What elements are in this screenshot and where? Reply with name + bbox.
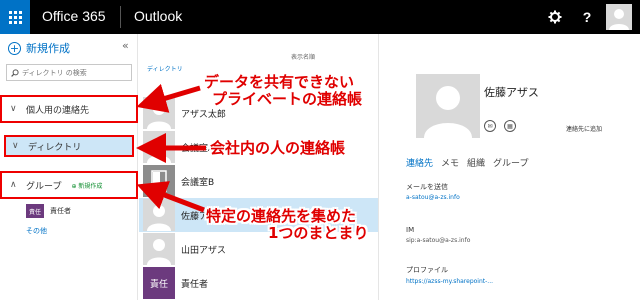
sort-label[interactable]: 表示名順 xyxy=(291,52,315,61)
group-item-manager[interactable]: 責任 責任者 xyxy=(26,204,71,218)
tab-organization[interactable]: 組織 xyxy=(467,156,485,169)
contact-row[interactable]: 責任 責任者 xyxy=(139,266,378,300)
search-input[interactable] xyxy=(22,68,122,77)
person-silhouette-icon xyxy=(424,86,472,138)
more-groups-link[interactable]: その他 xyxy=(26,226,47,236)
profile-value[interactable]: https://azss-my.sharepoint-... xyxy=(406,278,493,285)
person-silhouette-icon xyxy=(609,9,629,30)
detail-tabs: 連絡先 メモ 組織 グループ xyxy=(406,156,537,169)
annotation-personal-line1: データを共有できない xyxy=(204,73,355,91)
suite-title[interactable]: Office 365 xyxy=(42,8,106,24)
annotation-directory: 会社内の人の連絡帳 xyxy=(210,139,346,157)
user-avatar[interactable] xyxy=(606,4,632,30)
mail-icon: ✉ xyxy=(487,122,493,130)
tab-notes[interactable]: メモ xyxy=(441,156,459,169)
plus-icon: + xyxy=(8,41,21,55)
annotation-groups: 特定の連絡先を集めた 1つのまとまり xyxy=(206,208,368,242)
im-value: sip:a-satou@a-zs.info xyxy=(406,237,471,244)
annotation-personal-line2: プライベートの連絡帳 xyxy=(212,90,363,108)
search-icon xyxy=(11,68,19,77)
new-button-label: 新規作成 xyxy=(26,42,70,55)
annotation-personal: データを共有できない プライベートの連絡帳 xyxy=(204,74,362,108)
settings-button[interactable] xyxy=(540,0,570,34)
contact-detail-pane: 佐藤アザス ✉ ▦ 連絡先に追加 連絡先 メモ 組織 グループ メールを送信 a… xyxy=(380,34,640,300)
new-contact-button[interactable]: + 新規作成 xyxy=(8,40,70,56)
contact-initials: 責任 xyxy=(143,267,175,299)
left-navigation-pane: + 新規作成 « ∨ 個人用の連絡先 ∨ ディレクトリ ∧ グループ ⊕ 新規作… xyxy=(0,34,138,300)
app-launcher-button[interactable] xyxy=(0,0,30,34)
calendar-icon: ▦ xyxy=(507,122,513,130)
contact-name: 山田アザス xyxy=(181,245,226,256)
chevron-down-icon: ∨ xyxy=(12,141,19,151)
group-badge: 責任 xyxy=(26,204,44,218)
person-silhouette-icon xyxy=(147,239,171,265)
im-label: IM xyxy=(406,226,415,234)
annotation-groups-line1: 特定の連絡先を集めた xyxy=(206,207,357,225)
person-silhouette-icon xyxy=(147,205,171,231)
app-name: Outlook xyxy=(134,8,183,24)
person-silhouette-icon xyxy=(147,137,171,163)
tab-contact[interactable]: 連絡先 xyxy=(406,156,433,169)
detail-name: 佐藤アザス xyxy=(484,86,539,99)
contact-row[interactable]: 会議室B xyxy=(139,164,378,198)
contact-name: アザス太郎 xyxy=(181,109,226,120)
email-value[interactable]: a-satou@a-zs.info xyxy=(406,194,460,201)
person-silhouette-icon xyxy=(147,103,171,129)
top-bar: Office 365 Outlook ? xyxy=(0,0,640,34)
app-launcher-icon xyxy=(8,10,22,24)
send-mail-button[interactable]: ✉ xyxy=(484,120,496,132)
contact-name: 責任者 xyxy=(181,279,209,290)
highlight-frame-personal xyxy=(0,95,138,123)
contact-photo xyxy=(143,131,175,163)
help-button[interactable]: ? xyxy=(572,0,602,34)
annotation-groups-line2: 1つのまとまり xyxy=(268,224,369,242)
profile-label: プロファイル xyxy=(406,266,448,274)
door-icon xyxy=(151,170,167,192)
detail-photo xyxy=(416,74,480,138)
tab-groups[interactable]: グループ xyxy=(493,156,528,169)
list-header: ディレクトリ xyxy=(147,66,183,73)
highlight-frame-groups xyxy=(0,171,138,199)
contact-photo xyxy=(143,97,175,129)
nav-directory-label: ディレクトリ xyxy=(28,142,82,153)
add-to-contacts-link[interactable]: 連絡先に追加 xyxy=(566,124,602,133)
gear-icon xyxy=(548,10,562,24)
collapse-pane-button[interactable]: « xyxy=(122,39,129,52)
directory-search-box[interactable] xyxy=(6,64,132,81)
email-label: メールを送信 xyxy=(406,183,448,191)
contact-photo xyxy=(143,165,175,197)
contact-photo xyxy=(143,233,175,265)
nav-directory[interactable]: ∨ ディレクトリ xyxy=(4,135,134,157)
group-item-label: 責任者 xyxy=(50,207,71,215)
contact-name: 会議室B xyxy=(181,177,215,188)
title-divider xyxy=(120,6,121,28)
calendar-button[interactable]: ▦ xyxy=(504,120,516,132)
contact-photo xyxy=(143,199,175,231)
